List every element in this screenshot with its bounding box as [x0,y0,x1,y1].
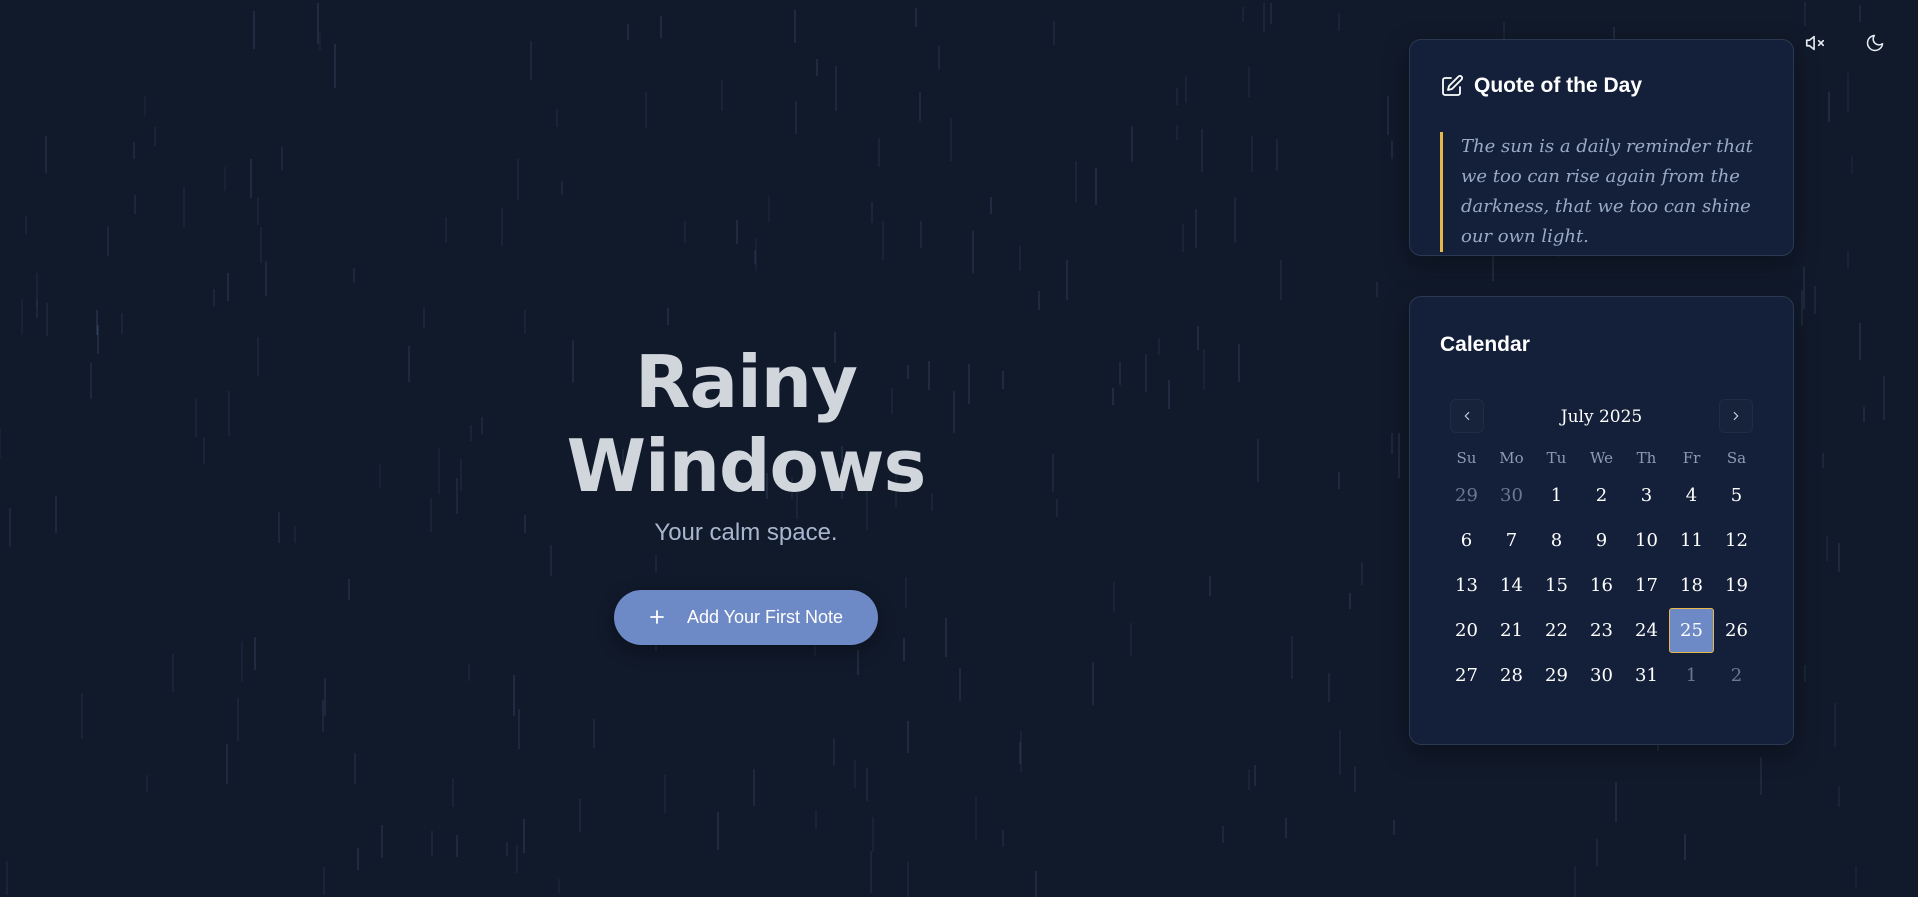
app-background: Rainy Windows Your calm space. Add Your … [0,0,1918,897]
calendar-day[interactable]: 18 [1669,563,1714,608]
calendar-day[interactable]: 24 [1624,608,1669,653]
calendar-day[interactable]: 30 [1489,473,1534,518]
weekday-header: Sa [1726,449,1747,467]
calendar-day[interactable]: 26 [1714,608,1759,653]
calendar-day[interactable]: 29 [1534,653,1579,698]
calendar-day[interactable]: 11 [1669,518,1714,563]
add-note-label: Add Your First Note [686,607,844,627]
calendar-day-today[interactable]: 25 [1669,608,1714,653]
calendar-heading: Calendar [1440,333,1530,356]
calendar-day[interactable]: 21 [1489,608,1534,653]
weekday-header: Fr [1682,449,1701,467]
calendar-day[interactable]: 16 [1579,563,1624,608]
calendar-day[interactable]: 2 [1579,473,1624,518]
calendar-day[interactable]: 5 [1714,473,1759,518]
calendar-day[interactable]: 1 [1534,473,1579,518]
calendar-day[interactable]: 20 [1444,608,1489,653]
calendar-month-label: July 2025 [1560,407,1643,427]
chevron-left-icon [1464,411,1470,421]
calendar-day[interactable]: 22 [1534,608,1579,653]
calendar-day[interactable]: 17 [1624,563,1669,608]
calendar-nav: July 2025 [1440,399,1763,435]
calendar-day[interactable]: 7 [1489,518,1534,563]
next-month-button[interactable] [1719,399,1753,433]
calendar-day[interactable]: 23 [1579,608,1624,653]
quote-heading: Quote of the Day [1440,72,1763,100]
calendar-day[interactable]: 8 [1534,518,1579,563]
mute-button[interactable] [1800,28,1830,58]
calendar-day[interactable]: 9 [1579,518,1624,563]
calendar-grid: Su Mo Tu We Th Fr Sa 29 30 1 2 3 4 5 6 7 8 9 10 11 12 13 14 15 1… [1440,443,1763,698]
quote-heading-label: Quote of the Day [1474,74,1643,97]
weekday-header: Mo [1499,449,1524,467]
calendar-day[interactable]: 12 [1714,518,1759,563]
hero-section: Rainy Windows Your calm space. Add Your … [446,340,1046,645]
previous-month-button[interactable] [1450,399,1484,433]
calendar-day[interactable]: 15 [1534,563,1579,608]
edit-icon [1440,74,1464,98]
volume-mute-icon [1805,35,1825,51]
quote-text: The sun is a daily reminder that we too … [1440,132,1763,252]
calendar-day[interactable]: 30 [1579,653,1624,698]
page-subtitle: Your calm space. [654,519,838,546]
weekday-header: Th [1636,449,1657,467]
calendar-day[interactable]: 29 [1444,473,1489,518]
calendar-day[interactable]: 4 [1669,473,1714,518]
calendar-day[interactable]: 10 [1624,518,1669,563]
calendar-day[interactable]: 19 [1714,563,1759,608]
calendar-day[interactable]: 28 [1489,653,1534,698]
quote-of-the-day-card: Quote of the Day The sun is a daily remi… [1409,39,1794,256]
calendar-day[interactable]: 31 [1624,653,1669,698]
plus-icon [649,607,665,629]
add-first-note-button[interactable]: Add Your First Note [614,590,878,645]
calendar-day[interactable]: 3 [1624,473,1669,518]
calendar-day[interactable]: 1 [1669,653,1714,698]
weekday-header: Tu [1546,449,1567,467]
theme-toggle-button[interactable] [1860,28,1890,58]
calendar-day[interactable]: 14 [1489,563,1534,608]
chevron-right-icon [1733,411,1739,421]
weekday-header: Su [1456,449,1477,467]
weekday-header: We [1589,449,1614,467]
page-title: Rainy Windows [566,340,927,508]
calendar-day[interactable]: 2 [1714,653,1759,698]
calendar-card: Calendar July 2025 Su Mo Tu We Th Fr Sa 29 30 1 2 3… [1409,296,1794,745]
calendar-day[interactable]: 6 [1444,518,1489,563]
calendar-day[interactable]: 27 [1444,653,1489,698]
calendar-day[interactable]: 13 [1444,563,1489,608]
moon-icon [1866,34,1884,52]
